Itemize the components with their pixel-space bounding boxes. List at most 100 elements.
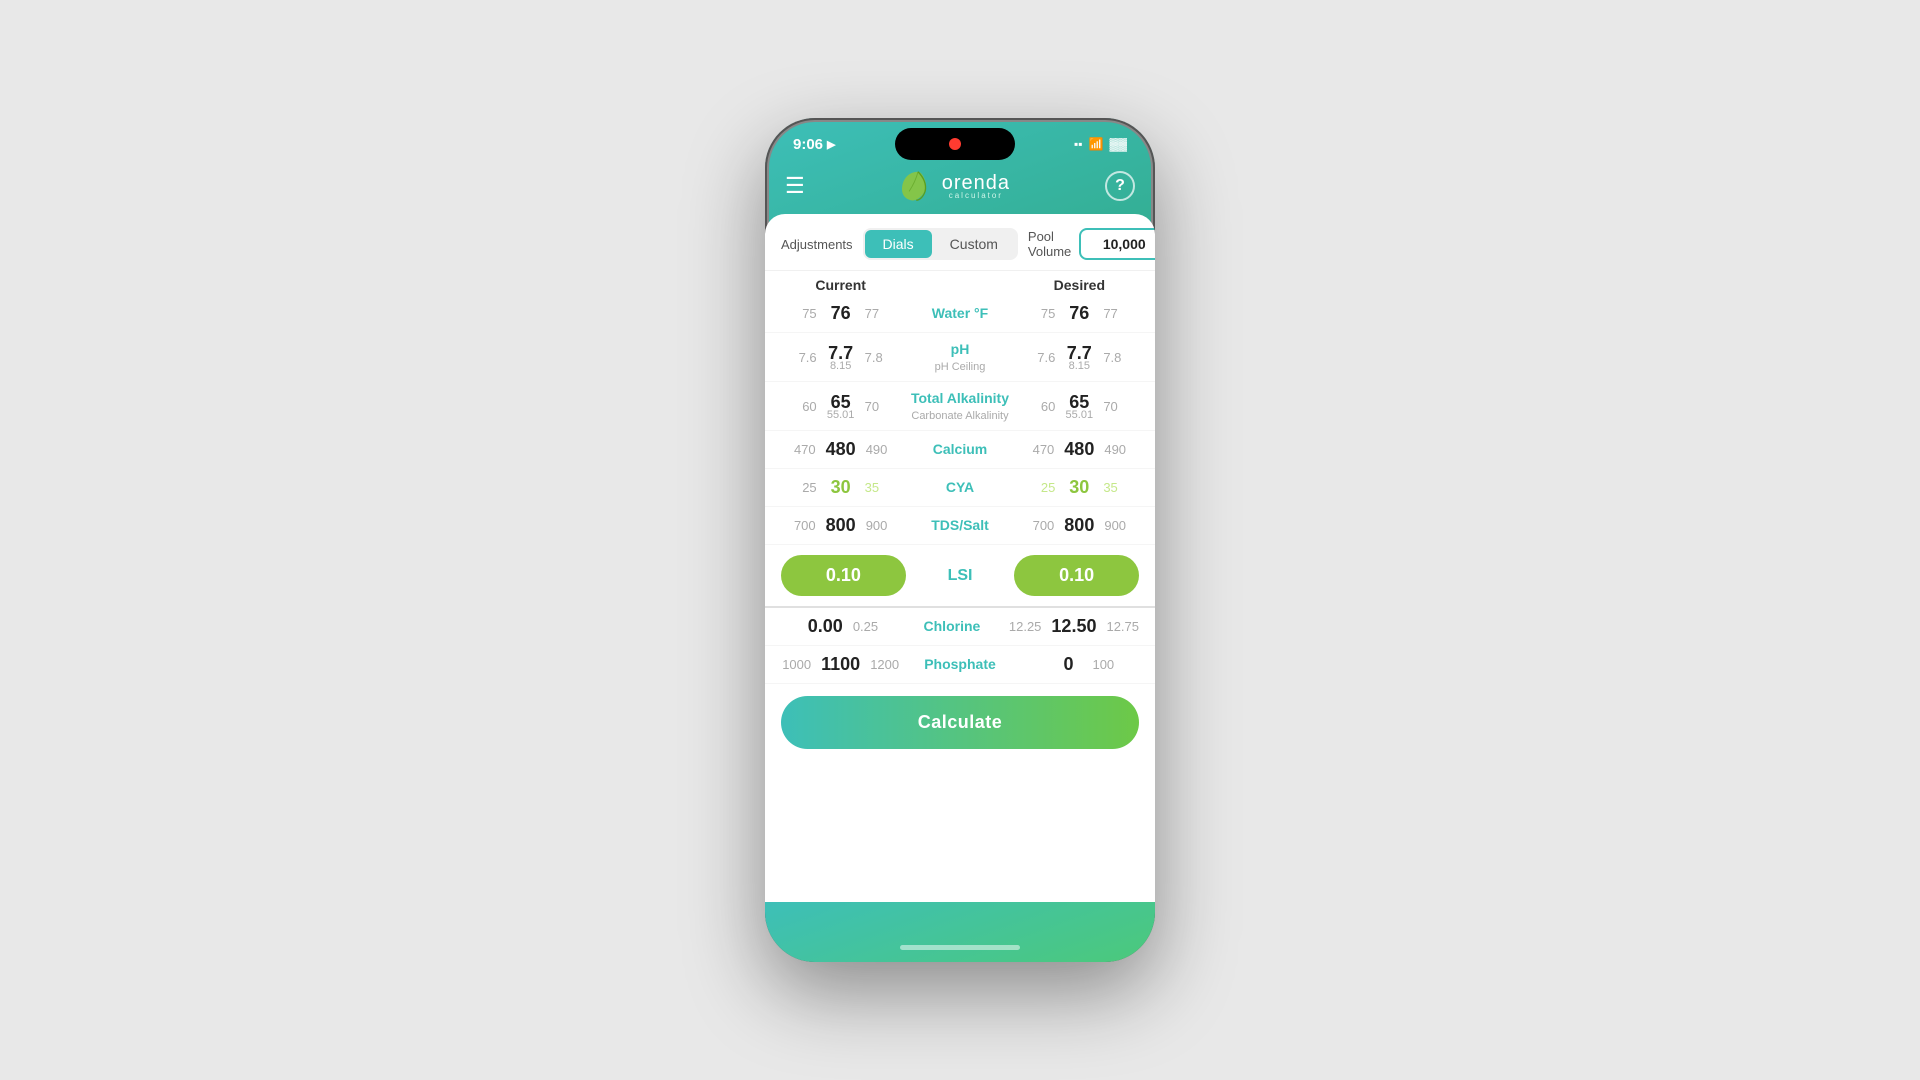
signal-icon: ▪▪	[1074, 137, 1083, 151]
adjustments-label: Adjustments	[781, 237, 853, 252]
cya-current-left: 25	[802, 480, 816, 495]
ca-desired-dial: 470 480 490	[1020, 439, 1139, 460]
alk-desired-right: 70	[1103, 399, 1117, 414]
ph-current-dial: 7.6 7.7 8.15 7.8	[781, 343, 900, 372]
pool-volume-label: Pool Volume	[1028, 229, 1071, 259]
chlorine-desired-left: 12.25	[1009, 619, 1042, 634]
alk-desired-left: 60	[1041, 399, 1055, 414]
phosphate-row[interactable]: 1000 1100 1200 Phosphate 0 100	[765, 646, 1155, 684]
ph-desired-right: 7.8	[1103, 350, 1121, 365]
col-headers: Current Desired	[765, 271, 1155, 295]
chlorine-label-col: Chlorine	[895, 618, 1009, 636]
param-header	[900, 277, 1019, 293]
time-display: 9:06	[793, 136, 823, 153]
alk-desired-sub: 55.01	[1065, 409, 1093, 421]
ph-row[interactable]: 7.6 7.7 8.15 7.8 pH pH Ceiling 7.6 7.7 8…	[765, 333, 1155, 382]
chlorine-label: Chlorine	[924, 618, 981, 634]
phosphate-label-col: Phosphate	[900, 656, 1019, 674]
tds-current-right: 900	[866, 518, 888, 533]
tds-desired-left: 700	[1033, 518, 1055, 533]
tab-row: Adjustments Dials Custom Pool Volume	[765, 214, 1155, 271]
chlorine-row[interactable]: 0.00 0.25 Chlorine 12.25 12.50 12.75	[765, 608, 1155, 646]
ca-desired-center: 480	[1064, 439, 1094, 460]
ph-current-right: 7.8	[865, 350, 883, 365]
water-desired-left: 75	[1041, 306, 1055, 321]
phosphate-desired-dial: 0 100	[1020, 654, 1139, 675]
status-bar: 9:06 ▶ ▪▪ 📶 ▓▓	[765, 118, 1155, 162]
lsi-desired-badge: 0.10	[1014, 555, 1139, 596]
pool-volume-section: Pool Volume	[1028, 228, 1155, 260]
ca-current-right: 490	[866, 442, 888, 457]
alkalinity-row[interactable]: 60 65 55.01 70 Total Alkalinity Carbonat…	[765, 382, 1155, 431]
chlorine-current-dial: 0.00 0.25	[781, 616, 895, 637]
pool-volume-input[interactable]	[1079, 228, 1155, 260]
help-button[interactable]: ?	[1105, 171, 1135, 201]
ca-label-col: Calcium	[900, 441, 1019, 459]
chlorine-current-center: 0.00	[808, 616, 843, 637]
ca-current-center: 480	[826, 439, 856, 460]
lsi-label: LSI	[948, 567, 973, 584]
tds-current-left: 700	[794, 518, 816, 533]
ph-desired-dial: 7.6 7.7 8.15 7.8	[1020, 343, 1139, 372]
ph-label-col: pH pH Ceiling	[900, 341, 1019, 373]
ca-desired-right: 490	[1104, 442, 1126, 457]
ca-current-left: 470	[794, 442, 816, 457]
alk-label-col: Total Alkalinity Carbonate Alkalinity	[900, 390, 1019, 422]
cya-desired-dial: 25 30 35	[1020, 477, 1139, 498]
cya-desired-center: 30	[1065, 477, 1093, 498]
phone-frame: 9:06 ▶ ▪▪ 📶 ▓▓ ☰ orenda calculator ?	[765, 118, 1155, 962]
phosphate-desired-right: 100	[1092, 657, 1114, 672]
ca-current-dial: 470 480 490	[781, 439, 900, 460]
water-current-right: 77	[865, 306, 879, 321]
menu-button[interactable]: ☰	[785, 173, 805, 199]
logo-sub: calculator	[942, 191, 1010, 200]
phosphate-current-right: 1200	[870, 657, 899, 672]
cya-current-dial: 25 30 35	[781, 477, 900, 498]
content-card: Adjustments Dials Custom Pool Volume Cur…	[765, 214, 1155, 902]
location-icon: ▶	[827, 138, 835, 151]
cya-desired-left: 25	[1041, 480, 1055, 495]
current-header: Current	[781, 277, 900, 293]
tds-desired-center: 800	[1064, 515, 1094, 536]
water-current-center: 76	[827, 303, 855, 324]
cya-label: CYA	[946, 479, 974, 495]
water-label-col: Water °F	[900, 305, 1019, 323]
chlorine-desired-dial: 12.25 12.50 12.75	[1009, 616, 1139, 637]
cya-row[interactable]: 25 30 35 CYA 25 30 35	[765, 469, 1155, 507]
phosphate-label: Phosphate	[924, 656, 996, 672]
tds-current-dial: 700 800 900	[781, 515, 900, 536]
water-temp-row[interactable]: 75 76 77 Water °F 75 76 77	[765, 295, 1155, 333]
alk-label: Total Alkalinity	[911, 390, 1009, 406]
logo-leaf-icon	[900, 170, 936, 202]
dynamic-island	[895, 128, 1015, 160]
ph-sublabel: pH Ceiling	[900, 361, 1019, 373]
water-label: Water °F	[932, 305, 988, 321]
water-desired-right: 77	[1103, 306, 1117, 321]
tds-desired-dial: 700 800 900	[1020, 515, 1139, 536]
cya-current-right: 35	[865, 480, 879, 495]
dials-tab[interactable]: Dials	[865, 230, 932, 258]
calculate-button[interactable]: Calculate	[781, 696, 1139, 749]
wifi-icon: 📶	[1089, 137, 1104, 151]
cya-desired-right: 35	[1103, 480, 1117, 495]
ph-label: pH	[951, 341, 970, 357]
alk-current-sub: 55.01	[827, 409, 855, 421]
calcium-row[interactable]: 470 480 490 Calcium 470 480 490	[765, 431, 1155, 469]
record-dot	[949, 138, 961, 150]
custom-tab[interactable]: Custom	[932, 230, 1016, 258]
chlorine-desired-right: 12.75	[1106, 619, 1139, 634]
app-header: ☰ orenda calculator ?	[765, 162, 1155, 214]
ca-label: Calcium	[933, 441, 987, 457]
water-current-left: 75	[802, 306, 816, 321]
lsi-label-col: LSI	[914, 567, 1007, 585]
water-desired-center: 76	[1065, 303, 1093, 324]
water-desired-dial: 75 76 77	[1020, 303, 1139, 324]
tds-row[interactable]: 700 800 900 TDS/Salt 700 800 900	[765, 507, 1155, 545]
lsi-row[interactable]: 0.10 LSI 0.10	[765, 545, 1155, 608]
ph-current-sub: 8.15	[827, 360, 855, 372]
lsi-current-badge: 0.10	[781, 555, 906, 596]
desired-header: Desired	[1020, 277, 1139, 293]
alk-current-left: 60	[802, 399, 816, 414]
tds-current-center: 800	[826, 515, 856, 536]
tds-label: TDS/Salt	[931, 517, 989, 533]
